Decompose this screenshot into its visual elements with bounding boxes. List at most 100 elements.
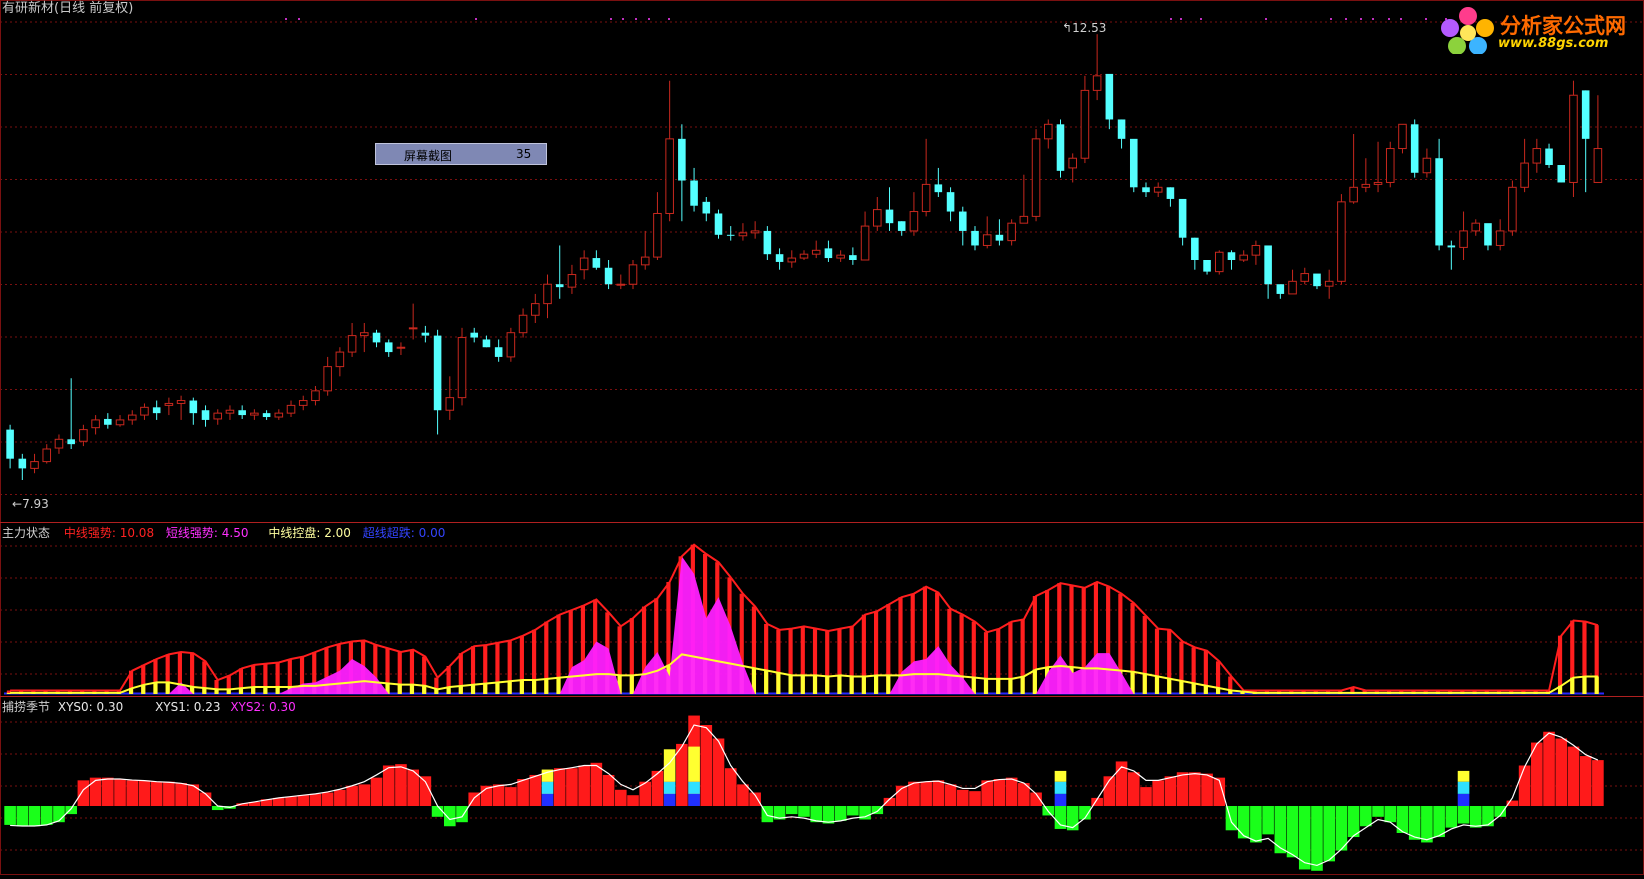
- candle-body: [323, 366, 332, 392]
- control-bar: [507, 681, 512, 694]
- candle-body: [518, 314, 528, 334]
- control-bar: [825, 676, 830, 694]
- xys0-bar: [1274, 806, 1287, 854]
- candle-body: [286, 404, 296, 414]
- candle-body: [1471, 222, 1481, 232]
- candle-body: [836, 254, 845, 259]
- candle-body: [1019, 215, 1029, 224]
- signal-marker: [1400, 18, 1402, 20]
- xys0-bar: [40, 806, 53, 825]
- control-bar: [483, 683, 488, 694]
- candle-body: [1129, 138, 1138, 188]
- xys0-bar: [53, 806, 65, 823]
- xys0-bar: [724, 768, 737, 806]
- candle-body: [250, 412, 259, 416]
- xys-blue-segment: [541, 793, 554, 806]
- candle-body: [30, 461, 39, 469]
- candle-body: [799, 253, 809, 259]
- control-bar: [800, 675, 805, 694]
- xys0-bar: [614, 789, 627, 806]
- kline-chart[interactable]: [0, 0, 1644, 875]
- panel3-legend: 捕捞季节 XYS0: 0.30 XYS1: 0.23 XYS2: 0.30: [2, 700, 296, 714]
- candle-body: [592, 258, 601, 268]
- candle-body: [298, 400, 308, 406]
- legend-xys2-label: XYS2:: [230, 700, 266, 714]
- xys0-bar: [1152, 780, 1165, 806]
- candle-body: [213, 412, 223, 420]
- candle-body: [433, 335, 442, 411]
- xys0-bar: [321, 792, 334, 806]
- popup-label: 屏幕截图: [404, 149, 453, 163]
- control-bar: [165, 682, 170, 694]
- candle-body: [1508, 186, 1517, 232]
- candle-body: [470, 332, 479, 338]
- candle-body: [164, 402, 174, 406]
- candle-body: [690, 180, 698, 206]
- legend-super-value: 0.00: [418, 526, 446, 540]
- xys0-bar: [1250, 806, 1262, 843]
- xys0-bar: [1164, 776, 1177, 806]
- xys0-bar: [1323, 806, 1335, 862]
- legend-xys1-label: XYS1:: [155, 700, 190, 714]
- xys0-bar: [590, 762, 603, 806]
- control-bar: [397, 684, 402, 694]
- screenshot-popup[interactable]: 屏幕截图 35: [375, 143, 547, 165]
- xys0-bar: [944, 784, 957, 806]
- control-bar: [422, 685, 427, 694]
- xys0-bar: [1469, 806, 1482, 828]
- xys0-bar: [89, 777, 102, 806]
- xys0-bar: [785, 806, 798, 815]
- candle-body: [1410, 124, 1419, 173]
- xys0-bar: [1518, 765, 1531, 806]
- control-bar: [983, 678, 989, 694]
- candle-body: [79, 429, 88, 442]
- candle-body: [1484, 223, 1492, 246]
- candle-body: [543, 283, 552, 305]
- candle-body: [127, 414, 137, 421]
- xys-cyan-segment: [1054, 781, 1067, 794]
- legend-xys0-value: 0.30: [96, 700, 124, 714]
- xys0-bar: [1140, 787, 1152, 806]
- candle-body: [1520, 162, 1529, 188]
- candle-body: [1007, 222, 1016, 242]
- candle-body: [811, 249, 821, 255]
- signal-marker: [1372, 18, 1374, 20]
- control-bar: [1594, 676, 1599, 694]
- control-bar: [544, 678, 549, 694]
- control-bar: [996, 678, 1001, 694]
- candle-body: [1117, 119, 1126, 139]
- signal-marker: [622, 18, 624, 20]
- signal-marker: [668, 18, 670, 20]
- xys0-bar: [1201, 773, 1213, 806]
- xys-cyan-segment: [688, 781, 700, 794]
- min-price-value: 7.93: [22, 497, 49, 511]
- signal-marker: [298, 18, 300, 20]
- control-bar: [495, 682, 500, 694]
- xys0-bar: [175, 783, 187, 806]
- candle-body: [885, 209, 894, 224]
- xys-blue-segment: [1054, 793, 1067, 806]
- site-logo: 分析家公式网 www.88gs.com: [1440, 6, 1640, 55]
- candle-body: [494, 347, 503, 357]
- xys0-bar: [1127, 772, 1140, 806]
- control-bar: [1008, 678, 1013, 694]
- candle-body: [1422, 157, 1432, 174]
- candle-body: [1080, 89, 1090, 159]
- control-bar: [470, 684, 476, 694]
- candle-body: [958, 211, 967, 231]
- xys0-bar: [4, 806, 16, 825]
- xys0-bar: [443, 806, 456, 827]
- candle-body: [860, 225, 870, 261]
- panel2-name: 主力状态: [2, 526, 51, 540]
- xys0-bar: [1482, 806, 1494, 827]
- xys0-bar: [1579, 756, 1592, 806]
- candle-body: [1532, 148, 1542, 164]
- xys0-bar: [1286, 806, 1299, 858]
- candle-body: [1264, 245, 1272, 285]
- candle-body: [971, 230, 979, 246]
- candle-body: [1031, 138, 1041, 217]
- xys-blue-segment: [688, 793, 700, 806]
- xys0-bar: [553, 768, 566, 806]
- candle-body: [67, 439, 75, 445]
- xys0-bar: [932, 780, 945, 806]
